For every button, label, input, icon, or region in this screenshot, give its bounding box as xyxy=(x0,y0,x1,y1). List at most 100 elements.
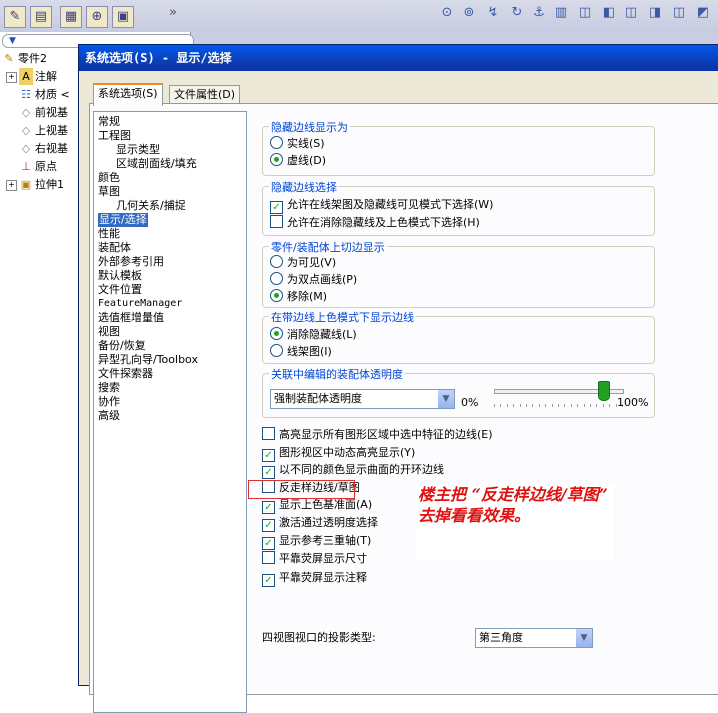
checkbox[interactable]: ✓ xyxy=(262,466,275,479)
options-tree-item[interactable]: 常规 xyxy=(98,115,120,129)
options-tree-item[interactable]: 协作 xyxy=(98,395,120,409)
options-category-tree[interactable]: 常规 工程图 显示类型 区域剖面线/填充 颜色 草图 几何关系/捕捉 显示/选择 性能 装配体 外部… xyxy=(93,111,247,713)
transparency-select[interactable]: 强制装配体透明度 ▼ xyxy=(270,389,455,409)
checkbox[interactable] xyxy=(262,427,275,440)
options-tree-item[interactable]: 工程图 xyxy=(98,129,131,143)
radio-hidden-line-removed[interactable]: 消除隐藏线(L) xyxy=(270,327,357,343)
display-checkbox-row[interactable]: ✓ 平靠荧屏显示注释 xyxy=(262,570,367,587)
options-tree-item[interactable]: 外部参考引用 xyxy=(98,255,164,269)
previous-view-icon[interactable]: ↯ xyxy=(484,4,502,22)
checkbox[interactable]: ✓ xyxy=(262,501,275,514)
edit-appearance-icon[interactable]: ◫ xyxy=(622,4,640,22)
options-tree-item[interactable]: 选值框增量值 xyxy=(98,311,164,325)
options-tree-item[interactable]: FeatureManager xyxy=(98,297,182,311)
checkbox[interactable]: ✓ xyxy=(262,519,275,532)
display-checkbox-row[interactable]: ✓ 显示上色基准面(A) xyxy=(262,497,372,514)
transparency-slider-thumb[interactable] xyxy=(597,381,610,401)
checkbox-select-wireframe[interactable]: ✓ 允许在线架图及隐藏线可见模式下选择(W) xyxy=(270,197,493,214)
radio-button[interactable] xyxy=(270,327,283,340)
display-checkbox-row[interactable]: ✓ 激活通过透明度选择 xyxy=(262,515,378,532)
expand-tabs-icon[interactable]: » xyxy=(164,4,182,22)
options-tree-item[interactable]: 颜色 xyxy=(98,171,120,185)
options-tree-item[interactable]: 文件探索器 xyxy=(98,367,153,381)
dimxpert-tab-icon[interactable]: ⊕ xyxy=(86,6,108,28)
fm-item-front-plane[interactable]: ◇ 前视基 xyxy=(19,104,68,121)
radio-button[interactable] xyxy=(270,255,283,268)
checkbox[interactable] xyxy=(270,215,283,228)
fm-item-part[interactable]: ✎ 零件2 xyxy=(2,50,47,67)
configuration-manager-tab-icon[interactable]: ▦ xyxy=(60,6,82,28)
slider-tick xyxy=(596,404,597,407)
display-style-icon[interactable]: ◫ xyxy=(576,4,594,22)
options-tree-item[interactable]: 高级 xyxy=(98,409,120,423)
fm-item-annotations[interactable]: + A 注解 xyxy=(6,68,57,85)
radio-button[interactable] xyxy=(270,153,283,166)
radio-solid[interactable]: 实线(S) xyxy=(270,136,325,152)
checkbox[interactable]: ✓ xyxy=(270,201,283,214)
tab-document-properties[interactable]: 文件属性(D) xyxy=(169,85,241,104)
fm-item-origin[interactable]: ⊥ 原点 xyxy=(19,158,57,175)
apply-scene-icon[interactable]: ◨ xyxy=(646,4,664,22)
group-title: 隐藏边线选择 xyxy=(269,179,339,195)
options-tree-item[interactable]: 性能 xyxy=(98,227,120,241)
options-tree-item[interactable]: 异型孔向导/Toolbox xyxy=(98,353,198,367)
section-view-icon[interactable]: ⚓ xyxy=(530,4,548,22)
options-tree-item[interactable]: 默认模板 xyxy=(98,269,142,283)
options-tree-item[interactable]: 几何关系/捕捉 xyxy=(116,199,186,213)
chevron-down-icon[interactable]: ▼ xyxy=(438,390,454,408)
display-checkbox-row[interactable]: 高亮显示所有图形区域中选中特征的边线(E) xyxy=(262,427,493,443)
checkbox[interactable]: ✓ xyxy=(262,449,275,462)
options-tree-item[interactable]: 草图 xyxy=(98,185,120,199)
options-tree-item[interactable]: 装配体 xyxy=(98,241,131,255)
display-checkbox-row[interactable]: ✓ 图形视区中动态高亮显示(Y) xyxy=(262,445,415,462)
radio-button[interactable] xyxy=(270,344,283,357)
checkbox[interactable]: ✓ xyxy=(262,537,275,550)
radio-button[interactable] xyxy=(270,136,283,149)
radio-wireframe[interactable]: 线架图(I) xyxy=(270,344,332,360)
projection-select[interactable]: 第三角度 ▼ xyxy=(475,628,593,648)
slider-tick xyxy=(590,404,591,407)
material-icon: ☷ xyxy=(21,88,31,101)
radio-visible[interactable]: 为可见(V) xyxy=(270,255,336,271)
chevron-down-icon[interactable]: ▼ xyxy=(576,629,592,647)
feature-manager-tab-icon[interactable]: ✎ xyxy=(4,6,26,28)
checkbox[interactable] xyxy=(262,551,275,564)
fm-item-right-plane[interactable]: ◇ 右视基 xyxy=(19,140,68,157)
zoom-area-icon[interactable]: ⊚ xyxy=(460,4,478,22)
view-orientation-icon[interactable]: ▥ xyxy=(552,4,570,22)
rotate-view-icon[interactable]: ↻ xyxy=(508,4,526,22)
options-tree-item[interactable]: 文件位置 xyxy=(98,283,142,297)
display-checkbox-row[interactable]: 平靠荧屏显示尺寸 xyxy=(262,551,367,567)
slider-tick xyxy=(513,404,514,407)
hide-show-items-icon[interactable]: ◧ xyxy=(600,4,618,22)
dialog-title[interactable]: 系统选项(S) - 显示/选择 xyxy=(79,45,718,71)
fm-item-extrude[interactable]: + ▣ 拉伸1 xyxy=(6,176,64,193)
radio-dashed[interactable]: 虚线(D) xyxy=(270,153,326,169)
radio-button[interactable] xyxy=(270,289,283,302)
display-manager-tab-icon[interactable]: ▣ xyxy=(112,6,134,28)
fm-item-top-plane[interactable]: ◇ 上视基 xyxy=(19,122,68,139)
checkbox[interactable]: ✓ xyxy=(262,574,275,587)
fm-item-material[interactable]: ☷ 材质 < xyxy=(19,86,70,103)
radio-phantom[interactable]: 为双点画线(P) xyxy=(270,272,357,288)
options-tree-item[interactable]: 显示/选择 xyxy=(98,213,148,227)
plane-icon: ◇ xyxy=(21,106,31,119)
tab-system-options[interactable]: 系统选项(S) xyxy=(93,83,163,106)
property-manager-tab-icon[interactable]: ▤ xyxy=(30,6,52,28)
options-tree-item[interactable]: 搜索 xyxy=(98,381,120,395)
display-checkbox-row[interactable]: ✓ 以不同的颜色显示曲面的开环边线 xyxy=(262,462,444,479)
options-tree-item[interactable]: 备份/恢复 xyxy=(98,339,146,353)
options-tree-item[interactable]: 显示类型 xyxy=(116,143,160,157)
expand-plus-icon[interactable]: + xyxy=(6,71,17,83)
expand-plus-icon[interactable]: + xyxy=(6,179,17,191)
display-checkbox-row[interactable]: ✓ 显示参考三重轴(T) xyxy=(262,533,371,550)
radio-removed[interactable]: 移除(M) xyxy=(270,289,327,305)
radio-button[interactable] xyxy=(270,272,283,285)
cube-view-icon[interactable]: ◩ xyxy=(694,4,712,22)
view-settings-icon[interactable]: ◫ xyxy=(670,4,688,22)
projection-label: 四视图视口的投影类型: xyxy=(262,631,376,644)
checkbox-select-shaded[interactable]: 允许在消除隐藏线及上色模式下选择(H) xyxy=(270,215,480,231)
zoom-to-fit-icon[interactable]: ⊙ xyxy=(438,4,456,22)
options-tree-item[interactable]: 区域剖面线/填充 xyxy=(116,157,197,171)
options-tree-item[interactable]: 视图 xyxy=(98,325,120,339)
